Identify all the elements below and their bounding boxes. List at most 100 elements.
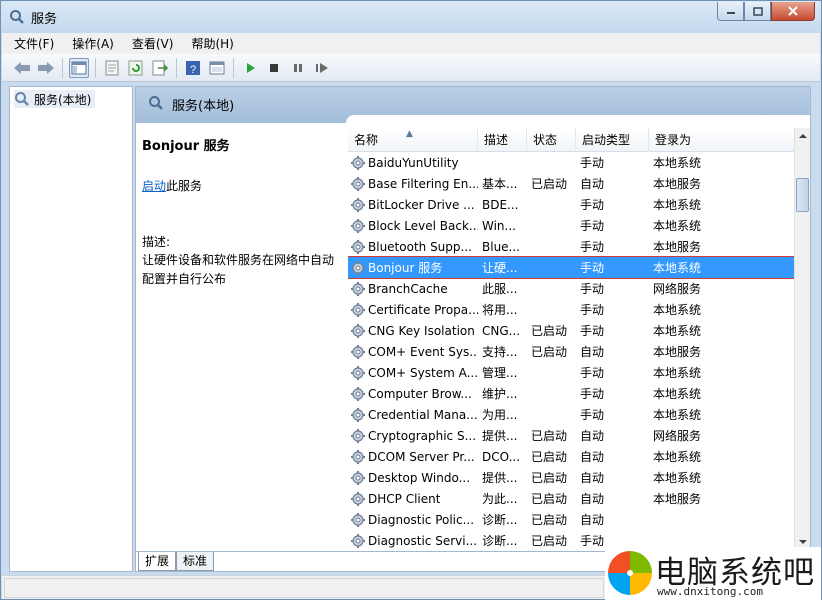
menu-view[interactable]: 查看(V): [132, 35, 174, 52]
services-list: ▲ 名称 描述 状态 启动类型 登录为 BaiduYunUtility 手动 本地系…: [348, 128, 810, 550]
service-startup-type: 手动: [580, 408, 605, 422]
column-header-label: 描述: [484, 133, 509, 147]
console-button[interactable]: [207, 58, 227, 78]
stop-service-button[interactable]: [264, 58, 284, 78]
service-logon: 本地服务: [653, 492, 702, 506]
minimize-button[interactable]: [717, 2, 744, 21]
service-startup-type: 自动: [580, 450, 605, 464]
service-description: Win...: [482, 218, 516, 233]
column-header-state[interactable]: 状态: [527, 128, 576, 152]
start-service-button[interactable]: [240, 58, 260, 78]
pause-service-button[interactable]: [288, 58, 308, 78]
menu-help[interactable]: 帮助(H): [191, 35, 233, 52]
table-row[interactable]: COM+ Event Sys... 支持... 已启动 自动 本地服务: [348, 341, 794, 362]
table-row[interactable]: Computer Brow... 维护... 手动 本地系统: [348, 383, 794, 404]
status-segment: [4, 578, 604, 598]
service-logon: 本地系统: [653, 471, 702, 485]
table-row[interactable]: Desktop Windo... 提供... 已启动 自动 本地系统: [348, 467, 794, 488]
panel-header-title: 服务(本地): [172, 99, 235, 114]
start-service-link[interactable]: 启动: [142, 179, 166, 193]
column-header-logon[interactable]: 登录为: [649, 128, 794, 152]
show-tree-button[interactable]: [69, 57, 89, 78]
service-logon: 本地系统: [653, 198, 702, 212]
table-row[interactable]: Cryptographic S... 提供... 已启动 自动 网络服务: [348, 425, 794, 446]
service-name: Block Level Back...: [368, 218, 478, 233]
scrollbar-thumb[interactable]: [796, 178, 809, 212]
table-row[interactable]: Diagnostic Polic... 诊断... 已启动 自动: [348, 509, 794, 530]
maximize-button[interactable]: [744, 2, 771, 21]
service-state: 已启动: [531, 429, 568, 443]
table-row[interactable]: Certificate Propa... 将用... 手动 本地系统: [348, 299, 794, 320]
table-row[interactable]: Credential Mana... 为用... 手动 本地系统: [348, 404, 794, 425]
panel-header: 服务(本地): [136, 87, 810, 123]
service-name-cell: Block Level Back...: [348, 218, 478, 234]
table-row[interactable]: Bluetooth Supp... Blue... 手动 本地服务: [348, 236, 794, 257]
table-row[interactable]: CNG Key Isolation CNG... 已启动 手动 本地系统: [348, 320, 794, 341]
refresh-button[interactable]: [126, 58, 146, 78]
restart-service-button[interactable]: [312, 58, 332, 78]
service-name: Certificate Propa...: [368, 302, 478, 317]
start-icon: [247, 62, 255, 73]
forward-button[interactable]: [36, 58, 56, 78]
service-gear-icon: [350, 197, 366, 213]
help-button[interactable]: ?: [183, 58, 203, 78]
tab-standard[interactable]: 标准: [176, 552, 215, 571]
service-name: Computer Brow...: [368, 386, 472, 401]
close-button[interactable]: [771, 2, 815, 21]
table-row[interactable]: Block Level Back... Win... 手动 本地系统: [348, 215, 794, 236]
service-logon: 本地服务: [653, 177, 702, 191]
service-gear-icon: [350, 302, 366, 318]
column-header-description[interactable]: 描述: [478, 128, 527, 152]
service-name: BitLocker Drive ...: [368, 197, 475, 212]
service-logon: 本地系统: [653, 324, 702, 338]
service-logon: 本地系统: [653, 387, 702, 401]
services-app-icon: [10, 10, 24, 24]
scroll-up-button[interactable]: [795, 128, 810, 144]
tree-item-label: 服务(本地): [34, 92, 92, 107]
tree-item-services-local[interactable]: 服务(本地): [14, 90, 96, 108]
properties-button[interactable]: [102, 58, 122, 78]
toolbar-separator: [233, 57, 234, 78]
column-header-startup-type[interactable]: 启动类型: [576, 128, 649, 152]
table-row[interactable]: COM+ System A... 管理... 手动 本地系统: [348, 362, 794, 383]
table-row[interactable]: BranchCache 此服... 手动 网络服务: [348, 278, 794, 299]
service-gear-icon: [350, 323, 366, 339]
service-name: Diagnostic Polic...: [368, 512, 475, 527]
menu-action[interactable]: 操作(A): [72, 35, 114, 52]
refresh-icon: [128, 60, 143, 75]
description-text: 让硬件设备和软件服务在网络中自动配置并自行公布: [142, 253, 335, 286]
service-startup-type: 手动: [580, 261, 605, 275]
service-gear-icon: [350, 407, 366, 423]
table-row[interactable]: BitLocker Drive ... BDE... 手动 本地系统: [348, 194, 794, 215]
back-button[interactable]: [12, 58, 32, 78]
column-header-label: 名称: [354, 133, 379, 147]
service-gear-icon: [350, 386, 366, 402]
table-row[interactable]: Bonjour 服务 让硬... 手动 本地系统: [348, 256, 795, 279]
service-name-cell: Credential Mana...: [348, 407, 478, 423]
service-startup-type: 手动: [580, 324, 605, 338]
table-row[interactable]: DHCP Client 为此... 已启动 自动 本地服务: [348, 488, 794, 509]
service-name: Credential Mana...: [368, 407, 478, 422]
service-name-cell: COM+ System A...: [348, 365, 478, 381]
table-row[interactable]: DCOM Server Pr... DCO... 已启动 自动 本地系统: [348, 446, 794, 467]
service-description: 提供...: [482, 429, 518, 443]
maximize-icon: [752, 6, 763, 16]
services-window: 服务 文件(F) 操作(A) 查看(V) 帮助(H) ? 服务(本地) 服务(本…: [0, 0, 822, 600]
service-logon: 本地系统: [653, 303, 702, 317]
table-row[interactable]: Base Filtering En... 基本... 已启动 自动 本地服务: [348, 173, 794, 194]
service-description: 维护...: [482, 387, 518, 401]
export-button[interactable]: [150, 58, 170, 78]
service-gear-icon: [350, 155, 366, 171]
menu-file[interactable]: 文件(F): [14, 35, 54, 52]
column-header-name[interactable]: ▲ 名称: [348, 128, 478, 152]
service-description: DCO...: [482, 449, 521, 464]
service-state: 已启动: [531, 471, 568, 485]
description-label: 描述:: [142, 235, 171, 249]
header-curve: [346, 115, 810, 123]
menu-bar: 文件(F) 操作(A) 查看(V) 帮助(H): [2, 33, 820, 54]
table-row[interactable]: BaiduYunUtility 手动 本地系统: [348, 152, 794, 173]
vertical-scrollbar[interactable]: [794, 128, 810, 550]
tab-extended[interactable]: 扩展: [138, 552, 177, 571]
service-gear-icon: [350, 533, 366, 549]
service-description: 诊断...: [482, 534, 518, 548]
